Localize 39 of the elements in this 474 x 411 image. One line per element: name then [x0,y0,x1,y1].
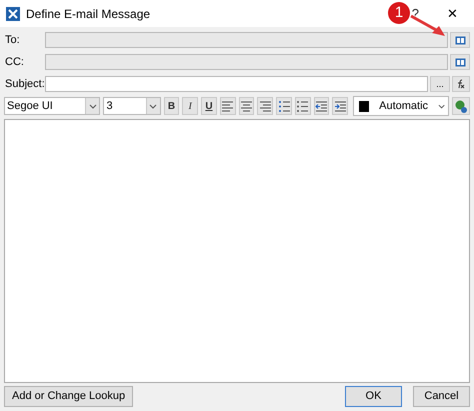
address-book-icon [454,58,466,66]
italic-button[interactable]: I [182,97,198,115]
window-title: Define E-mail Message [26,6,150,22]
lookup-button[interactable]: Add or Change Lookup [4,386,134,407]
input-field[interactable] [45,76,428,92]
outdent-button[interactable] [314,97,330,115]
align-center-button[interactable] [238,97,254,115]
field-label: Subject: [4,76,45,92]
more-button[interactable]: ... [430,76,450,92]
align-right-button[interactable] [257,97,274,115]
close-button[interactable]: ✕ [447,4,458,24]
address-book-button[interactable] [450,32,470,48]
font-dropdown[interactable]: Segoe UI [4,97,100,115]
underline-button[interactable]: U [201,97,217,115]
address-book-button[interactable] [450,54,470,70]
align-right-icon [258,100,272,112]
address-book-icon [454,36,466,44]
indent-icon [334,100,347,112]
chevron-down-icon [88,104,97,108]
size-dropdown[interactable]: 3 [103,97,161,115]
align-left-icon [221,100,234,112]
numbered-list-button[interactable] [276,97,292,115]
outdent-icon [315,100,328,112]
numbered-list-icon [278,100,291,112]
bullet-list-icon [296,100,310,112]
field-label: CC: [4,54,25,70]
function-icon [456,79,466,89]
color-dropdown[interactable]: Automatic [353,96,450,116]
field-label: To: [4,32,21,48]
chevron-down-icon [149,104,158,108]
align-left-button[interactable] [220,97,236,115]
ok-button[interactable]: OK [345,386,402,407]
chevron-down-icon [438,104,446,108]
cancel-button[interactable]: Cancel [413,386,470,407]
indent-button[interactable] [332,97,348,115]
bold-button[interactable]: B [164,97,180,115]
align-center-icon [240,100,253,112]
formula-button[interactable] [452,76,470,92]
bullet-list-button[interactable] [294,97,311,115]
